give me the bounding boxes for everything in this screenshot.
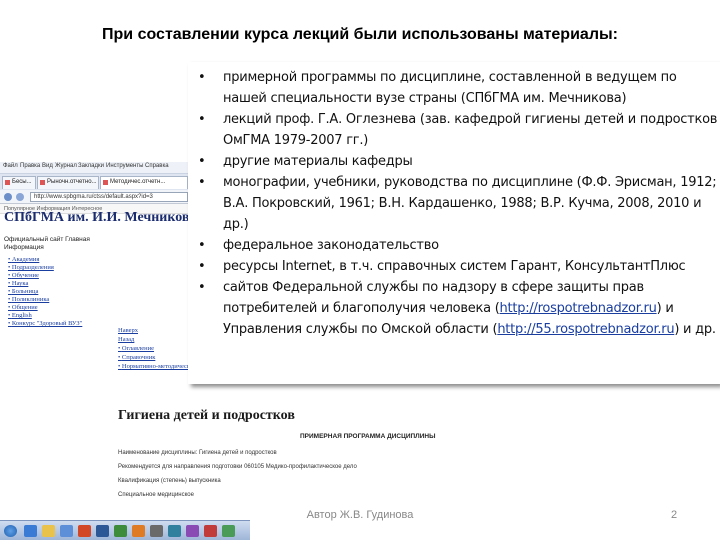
browser-tab-active[interactable]: Методичес.отчетн... [100,176,188,189]
site-nav: Академия Подразделения Обучение Наука Бо… [8,256,82,328]
site-header: СПбГМА им. И.И. Мечникова [4,210,190,225]
browser-tab[interactable]: Рыночн.отчетно... [37,176,99,189]
ie-icon[interactable] [24,525,37,537]
word-icon[interactable] [96,525,109,537]
menu-item-file[interactable]: Файл [3,163,18,169]
forward-icon[interactable] [16,193,24,201]
app-icon[interactable] [60,525,73,537]
site-subheader: Официальный сайт Главная [4,236,90,243]
start-button-icon[interactable] [4,525,17,537]
footer-author: Автор Ж.В. Гудинова [306,509,414,521]
site-nav-link[interactable]: Подразделения [8,264,82,272]
excel-icon[interactable] [114,525,127,537]
menu-item-edit[interactable]: Правка [20,163,40,169]
bullet-item: • сайтов Федеральной службы по надзору в … [198,280,716,337]
browser-tabbar: Бесы... Рыночн.отчетно... Методичес.отче… [0,174,190,190]
course-title: Гигиена детей и подростков [118,408,295,423]
site-nav-link[interactable]: Общение [8,304,82,312]
app-icon[interactable] [204,525,217,537]
menu-item-tools[interactable]: Инструменты [106,163,143,169]
menu-item-view[interactable]: Вид [42,163,53,169]
browser-toolbar: http://www.spbgma.ru/ctss/default.aspx?i… [0,190,190,204]
menu-item-bookmarks[interactable]: Закладки [78,163,104,169]
program-label: ПРИМЕРНАЯ ПРОГРАММА ДИСЦИПЛИНЫ [300,433,436,440]
doc-line: Наименование дисциплины: Гигиена детей и… [118,450,277,456]
app-icon[interactable] [150,525,163,537]
browser-menubar: Файл Правка Вид Журнал Закладки Инструме… [0,162,190,174]
bullet-list: • примерной программы по дисциплине, сост… [198,67,718,340]
tab-label: Методичес.отчетн... [110,179,166,185]
doc-line: Специальное медицинское [118,492,194,498]
back-icon[interactable] [4,193,12,201]
doc-line: Рекомендуется для направления подготовки… [118,464,357,470]
firefox-icon[interactable] [132,525,145,537]
app-icon[interactable] [222,525,235,537]
bullet-item: • монографии, учебники, руководства по ди… [198,175,717,232]
bullet-item: • другие материалы кафедры [198,154,413,169]
site-nav-link[interactable]: Наука [8,280,82,288]
site-nav-link[interactable]: English [8,312,82,320]
address-bar[interactable]: http://www.spbgma.ru/ctss/default.aspx?i… [30,192,188,202]
menu-item-help[interactable]: Справка [145,163,169,169]
favicon-icon [40,180,45,185]
tab-label: Бесы... [12,179,32,185]
browser-tab[interactable]: Бесы... [2,176,36,189]
menu-item-history[interactable]: Журнал [55,163,77,169]
powerpoint-icon[interactable] [78,525,91,537]
rospotrebnadzor-omsk-link[interactable]: http://55.rospotrebnadzor.ru [497,322,674,337]
page-number: 2 [670,509,678,521]
app-icon[interactable] [168,525,181,537]
bullet-item: • лекций проф. Г.А. Оглезнева (зав. кафед… [198,112,718,148]
site-nav-link[interactable]: Академия [8,256,82,264]
doc-line: Квалификация (степень) выпускника [118,478,221,484]
bullet-item: • федеральное законодательство [198,238,439,253]
tab-label: Рыночн.отчетно... [47,179,97,185]
site-subheader-2: Информация [4,244,44,251]
bullet-item: • ресурсы Internet, в т.ч. справочных сис… [198,259,686,274]
site-nav-link[interactable]: Обучение [8,272,82,280]
app-icon[interactable] [186,525,199,537]
rospotrebnadzor-link[interactable]: http://rospotrebnadzor.ru [500,301,657,316]
bullet-box: • примерной программы по дисциплине, сост… [188,62,720,384]
site-nav-link[interactable]: Поликлиника [8,296,82,304]
taskbar [0,520,250,540]
slide-title: При составлении курса лекций были исполь… [102,26,618,43]
favicon-icon [103,180,108,185]
folder-icon[interactable] [42,525,55,537]
site-nav-link[interactable]: Конкурс "Здоровый ВУЗ" [8,320,82,328]
bullet-item: • примерной программы по дисциплине, сост… [198,70,677,106]
favicon-icon [5,180,10,185]
site-nav-link[interactable]: Больница [8,288,82,296]
